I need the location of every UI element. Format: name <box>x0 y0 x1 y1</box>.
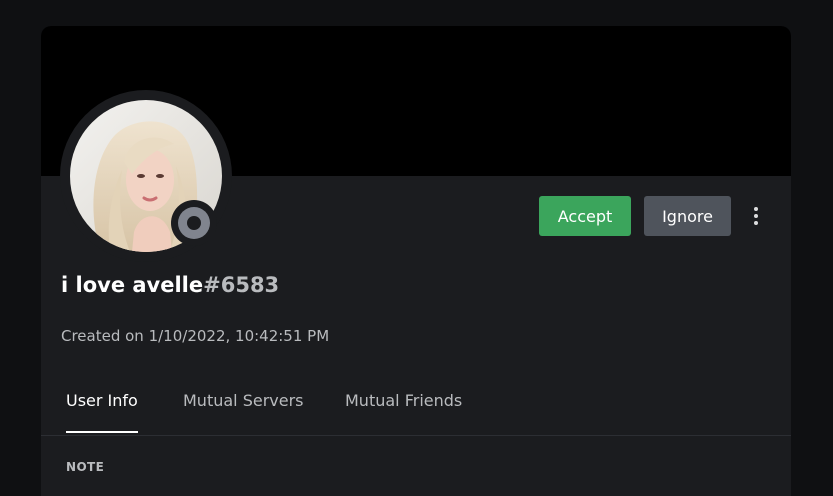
tab-mutual-friends[interactable]: Mutual Friends <box>345 391 462 431</box>
ignore-button[interactable]: Ignore <box>644 196 731 236</box>
offline-status-icon <box>178 207 210 239</box>
tab-mutual-servers[interactable]: Mutual Servers <box>183 391 304 431</box>
status-indicator <box>171 200 217 246</box>
discriminator: #6583 <box>203 273 280 297</box>
vertical-ellipsis-icon[interactable] <box>746 202 766 230</box>
profile-tabs: User Info Mutual Servers Mutual Friends <box>41 378 791 436</box>
username: i love avelle <box>61 273 204 297</box>
tab-user-info[interactable]: User Info <box>66 391 138 433</box>
accept-button[interactable]: Accept <box>539 196 631 236</box>
note-section-title: NOTE <box>66 460 105 474</box>
username-heading: i love avelle#6583 <box>61 273 279 297</box>
created-date: Created on 1/10/2022, 10:42:51 PM <box>61 327 330 345</box>
user-profile-modal: Accept Ignore i love avelle#6583 Created… <box>41 26 791 496</box>
